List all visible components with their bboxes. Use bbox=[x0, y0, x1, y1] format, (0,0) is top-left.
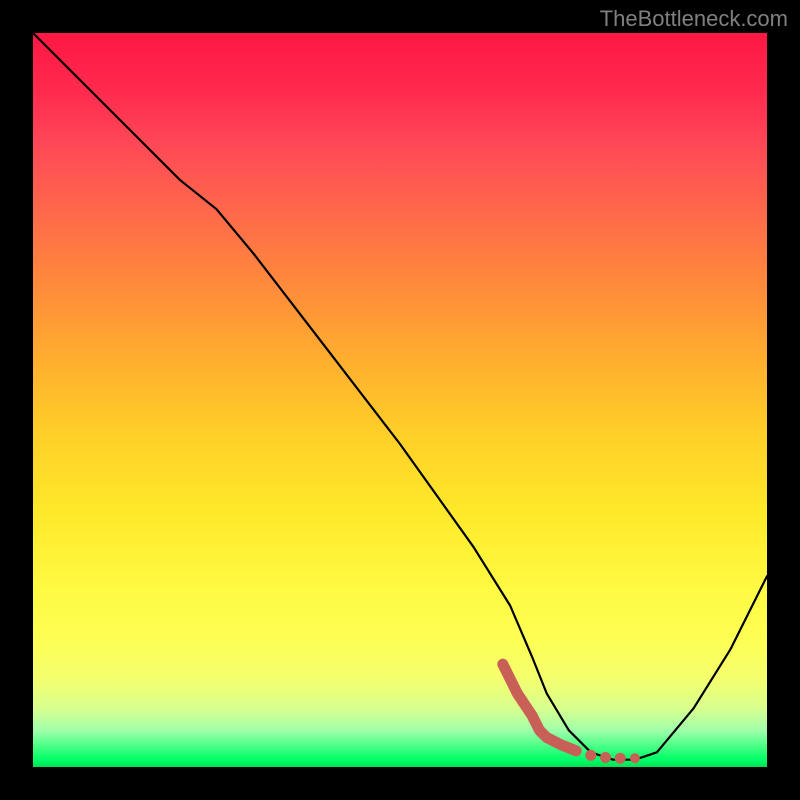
plot-area bbox=[33, 33, 767, 767]
highlight-dot bbox=[630, 753, 640, 763]
highlight-dot bbox=[585, 750, 596, 761]
highlight-segment bbox=[503, 664, 640, 764]
chart-svg bbox=[33, 33, 767, 767]
highlight-dot bbox=[600, 752, 611, 763]
attribution-text: TheBottleneck.com bbox=[600, 6, 788, 32]
highlight-dot bbox=[615, 753, 626, 764]
bottleneck-curve bbox=[33, 33, 767, 760]
